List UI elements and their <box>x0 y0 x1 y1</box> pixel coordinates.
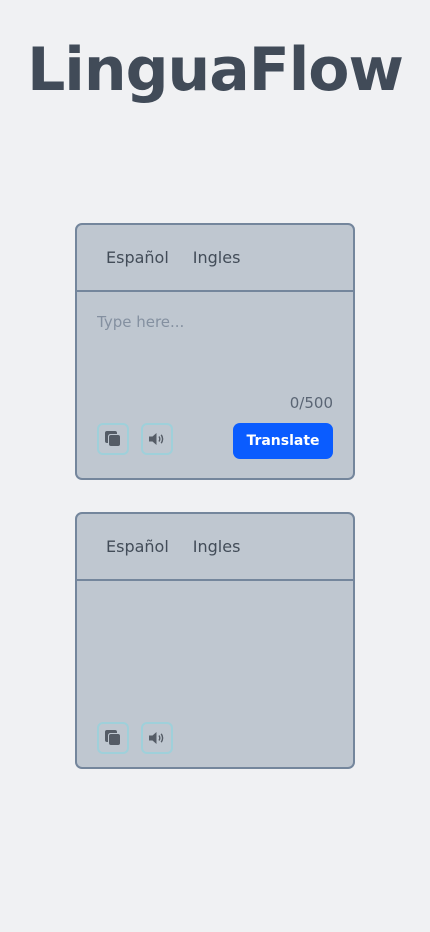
output-copy-button[interactable] <box>97 722 129 754</box>
output-lang-tab-source[interactable]: Español <box>106 537 169 556</box>
output-language-bar: Español Ingles <box>77 514 353 581</box>
char-count: 0/500 <box>289 394 333 412</box>
page: LinguaFlow Español Ingles 0/500 <box>0 0 430 932</box>
input-card: Español Ingles 0/500 Tran <box>75 223 355 480</box>
source-text-input[interactable] <box>97 313 333 373</box>
app-title: LinguaFlow <box>27 35 404 105</box>
translate-button[interactable]: Translate <box>233 423 333 459</box>
translated-text <box>97 602 333 702</box>
input-language-bar: Español Ingles <box>77 225 353 292</box>
speaker-icon <box>148 431 166 447</box>
input-lang-tab-source[interactable]: Español <box>106 248 169 267</box>
input-lang-tab-target[interactable]: Ingles <box>193 248 241 267</box>
input-copy-button[interactable] <box>97 423 129 455</box>
output-lang-tab-target[interactable]: Ingles <box>193 537 241 556</box>
copy-icon <box>104 430 122 448</box>
input-speak-button[interactable] <box>141 423 173 455</box>
output-speak-button[interactable] <box>141 722 173 754</box>
speaker-icon <box>148 730 166 746</box>
output-card: Español Ingles <box>75 512 355 769</box>
copy-icon <box>104 729 122 747</box>
